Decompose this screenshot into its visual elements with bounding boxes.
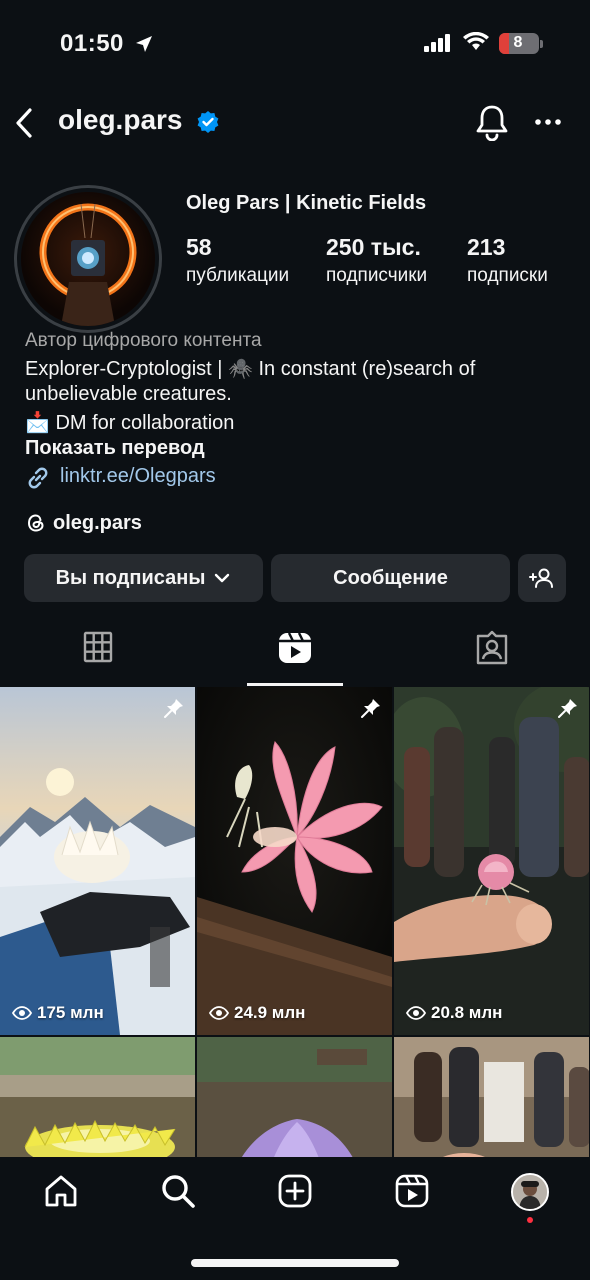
grid-icon bbox=[83, 631, 113, 663]
chevron-down-icon bbox=[215, 573, 230, 583]
reel-thumbnail bbox=[197, 687, 392, 1035]
profile-avatar[interactable] bbox=[14, 185, 162, 333]
location-arrow-icon bbox=[136, 36, 152, 52]
reel-tile[interactable] bbox=[394, 1037, 589, 1157]
reel-tile[interactable] bbox=[0, 1037, 195, 1157]
profile-link[interactable]: linktr.ee/Olegpars bbox=[60, 465, 216, 488]
reel-thumbnail bbox=[0, 687, 195, 1035]
profile-avatar[interactable] bbox=[511, 1173, 549, 1211]
bell-icon[interactable] bbox=[474, 103, 510, 141]
search-icon[interactable] bbox=[160, 1173, 196, 1209]
battery-icon: 8 bbox=[499, 33, 539, 54]
stat-value: 58 bbox=[186, 234, 212, 260]
notification-dot bbox=[527, 1217, 533, 1223]
wifi-icon bbox=[463, 32, 489, 50]
views-count: 20.8 млн bbox=[431, 1003, 503, 1022]
create-icon[interactable] bbox=[277, 1173, 313, 1209]
bio-line: unbelievable creatures. bbox=[25, 383, 232, 405]
threads-handle[interactable]: oleg.pars bbox=[53, 512, 142, 535]
stat-label: подписчики bbox=[326, 265, 428, 286]
pin-icon bbox=[164, 699, 183, 718]
status-bar: 01:50 8 bbox=[0, 0, 590, 90]
eye-icon bbox=[406, 1006, 426, 1020]
link-icon bbox=[28, 467, 48, 489]
stat-value: 213 bbox=[467, 234, 506, 260]
active-tab-indicator bbox=[247, 683, 343, 686]
message-label: Сообщение bbox=[333, 566, 448, 589]
profile-category: Автор цифрового контента bbox=[25, 330, 262, 351]
following-label: Вы подписаны bbox=[55, 566, 206, 589]
bio-line: Explorer-Cryptologist | 🕷️ In constant (… bbox=[25, 358, 476, 380]
suggest-users-button[interactable] bbox=[518, 554, 566, 602]
reel-views: 24.9 млн bbox=[209, 1003, 305, 1023]
reel-views: 175 млн bbox=[12, 1003, 104, 1023]
display-name: Oleg Pars | Kinetic Fields bbox=[186, 192, 427, 214]
back-icon[interactable] bbox=[12, 106, 36, 140]
eye-icon bbox=[209, 1006, 229, 1020]
battery-level: 8 bbox=[513, 34, 523, 51]
reel-tile[interactable]: 175 млн bbox=[0, 687, 195, 1035]
show-translation-link[interactable]: Показать перевод bbox=[25, 437, 205, 460]
views-count: 24.9 млн bbox=[234, 1003, 306, 1022]
tab-grid[interactable] bbox=[0, 630, 196, 686]
reels-grid: 175 млн 24.9 млн 20.8 млн bbox=[0, 687, 590, 1157]
views-count: 175 млн bbox=[37, 1003, 104, 1022]
threads-icon[interactable] bbox=[25, 512, 47, 534]
home-icon[interactable] bbox=[43, 1173, 79, 1209]
home-indicator bbox=[191, 1259, 399, 1267]
verified-icon bbox=[197, 111, 219, 133]
following-button[interactable]: Вы подписаны bbox=[24, 554, 263, 602]
stat-posts[interactable]: 58 публикации bbox=[186, 234, 289, 287]
reel-tile[interactable]: 24.9 млн bbox=[197, 687, 392, 1035]
stat-followers[interactable]: 250 тыс. подписчики bbox=[326, 234, 427, 287]
tab-tagged[interactable] bbox=[394, 630, 590, 686]
reel-tile[interactable]: 20.8 млн bbox=[394, 687, 589, 1035]
reels-icon[interactable] bbox=[394, 1173, 430, 1209]
reels-icon bbox=[279, 632, 311, 663]
stat-value: 250 тыс. bbox=[326, 234, 421, 260]
stat-following[interactable]: 213 подписки bbox=[467, 234, 548, 287]
reel-thumbnail bbox=[197, 1037, 392, 1157]
stat-label: подписки bbox=[467, 265, 548, 286]
bio-line: 📩 DM for collaboration bbox=[25, 412, 235, 434]
status-time: 01:50 bbox=[60, 30, 124, 57]
pin-icon bbox=[558, 699, 577, 718]
profile-username: oleg.pars bbox=[58, 104, 183, 135]
add-user-icon bbox=[529, 568, 553, 588]
reel-views: 20.8 млн bbox=[406, 1003, 502, 1023]
reel-tile[interactable] bbox=[197, 1037, 392, 1157]
eye-icon bbox=[12, 1006, 32, 1020]
message-button[interactable]: Сообщение bbox=[271, 554, 510, 602]
stat-label: публикации bbox=[186, 265, 290, 286]
more-icon[interactable] bbox=[534, 118, 562, 126]
reel-thumbnail bbox=[394, 1037, 589, 1157]
tagged-icon bbox=[476, 630, 508, 665]
reel-thumbnail bbox=[0, 1037, 195, 1157]
pin-icon bbox=[361, 699, 380, 718]
tab-reels[interactable] bbox=[197, 630, 393, 686]
reel-thumbnail bbox=[394, 687, 589, 1035]
signal-icon bbox=[424, 34, 450, 52]
